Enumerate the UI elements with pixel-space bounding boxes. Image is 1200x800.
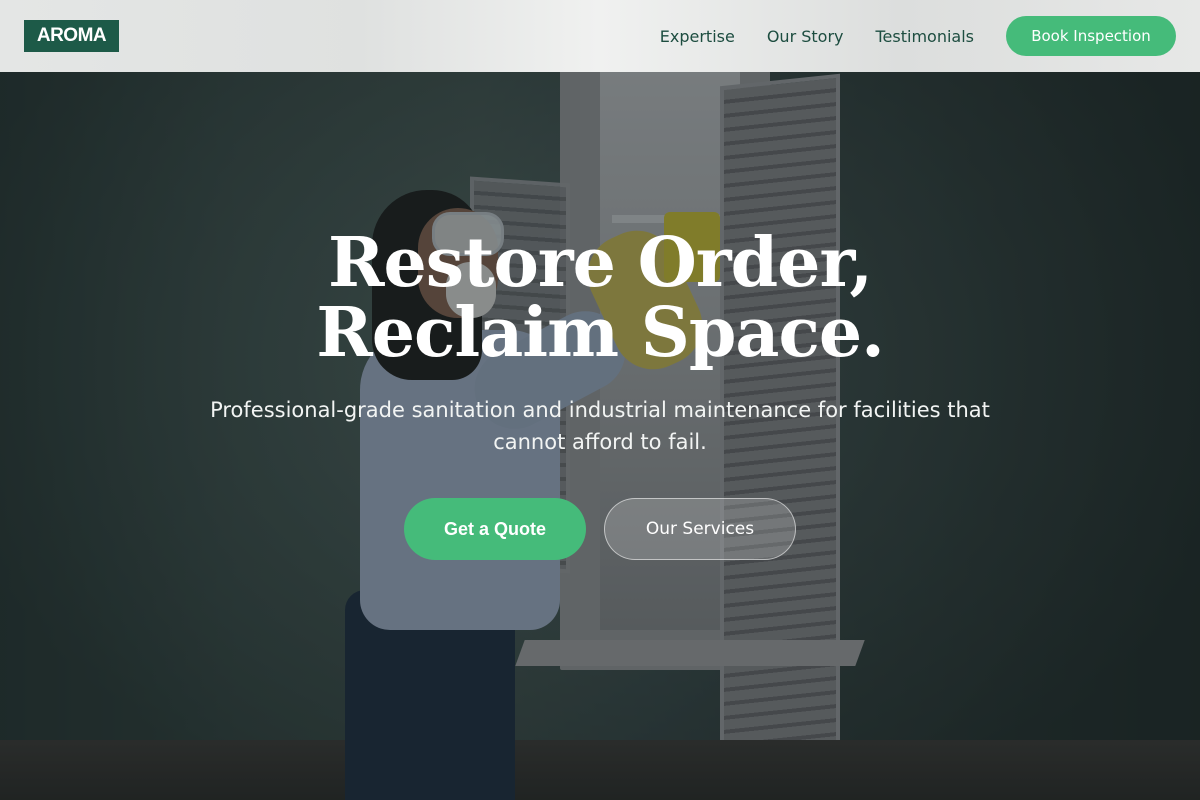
get-a-quote-button[interactable]: Get a Quote — [404, 498, 586, 560]
hero-title: Restore Order, Reclaim Space. — [316, 223, 885, 373]
our-services-button[interactable]: Our Services — [604, 498, 796, 560]
nav-link-testimonials[interactable]: Testimonials — [876, 27, 975, 46]
nav-links: Expertise Our Story Testimonials Book In… — [660, 16, 1176, 56]
hero-content: Restore Order, Reclaim Space. Profession… — [0, 228, 1200, 560]
hero-subtitle: Professional-grade sanitation and indust… — [210, 398, 990, 454]
navbar: AROMA Expertise Our Story Testimonials B… — [0, 0, 1200, 72]
brand-logo[interactable]: AROMA — [24, 20, 119, 52]
hero-buttons: Get a Quote Our Services — [0, 498, 1200, 560]
book-inspection-button[interactable]: Book Inspection — [1006, 16, 1176, 56]
nav-link-expertise[interactable]: Expertise — [660, 27, 735, 46]
nav-link-our-story[interactable]: Our Story — [767, 27, 844, 46]
